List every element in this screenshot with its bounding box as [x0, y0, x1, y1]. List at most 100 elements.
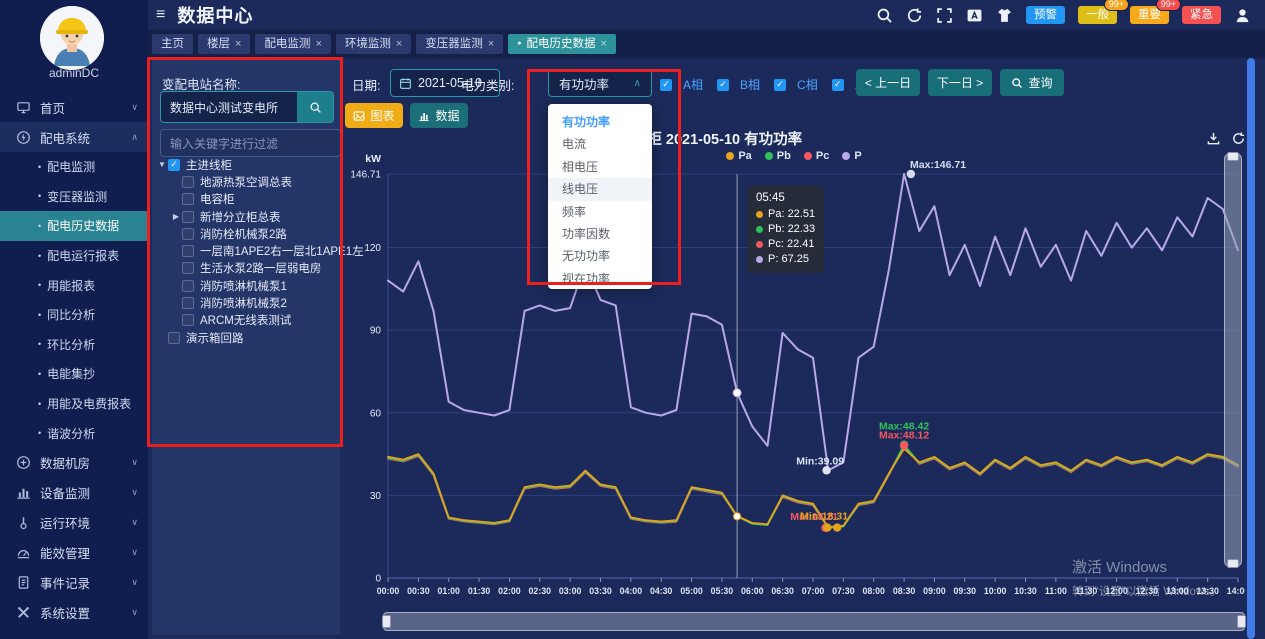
tab-close-icon[interactable]: × [315, 34, 321, 54]
caret-down-icon[interactable]: ▼ [156, 160, 168, 169]
tree-node[interactable]: 消防喷淋机械泵2 [156, 294, 338, 311]
sidebar-subitem[interactable]: •谐波分析 [0, 418, 148, 448]
sidebar-item[interactable]: 运行环境∨ [0, 508, 148, 538]
dropdown-option[interactable]: 视在功率 [548, 268, 652, 289]
data-view-button[interactable]: 数据 [410, 103, 468, 128]
horizontal-datazoom-slider[interactable] [383, 612, 1245, 631]
tree-checkbox[interactable] [182, 228, 194, 240]
vertical-datazoom-slider[interactable] [1224, 153, 1242, 567]
sidebar-subitem[interactable]: •用能报表 [0, 270, 148, 300]
tree-node[interactable]: 地源热泵空调总表 [156, 173, 338, 190]
datazoom-handle-top[interactable] [1227, 152, 1239, 161]
chart-view-button[interactable]: 图表 [345, 103, 403, 128]
tab-item[interactable]: ●配电历史数据× [508, 34, 616, 54]
alarm-button[interactable]: 预警 [1026, 6, 1065, 24]
tree-checkbox[interactable] [182, 314, 194, 326]
tab-item[interactable]: 楼层× [198, 34, 250, 54]
x-axis-tick-label: 10:30 [1014, 586, 1037, 596]
dropdown-option[interactable]: 线电压 [548, 178, 652, 200]
dropdown-option[interactable]: 相电压 [548, 156, 652, 178]
tab-close-icon[interactable]: × [600, 34, 606, 54]
sidebar-item-label: 能效管理 [40, 543, 90, 562]
datazoom-handle-right[interactable] [1237, 615, 1246, 628]
refresh-icon[interactable] [1231, 131, 1246, 146]
tree-node[interactable]: ▼✓主进线柜 [156, 156, 338, 173]
tree-node[interactable]: 消防栓机械泵2路 [156, 225, 338, 242]
sidebar-item[interactable]: 能效管理∨ [0, 538, 148, 568]
sidebar-subitem[interactable]: •用能及电费报表 [0, 389, 148, 419]
scrollbar-thumb[interactable] [1247, 58, 1255, 639]
tree-checkbox[interactable] [168, 332, 180, 344]
tab-item[interactable]: 变压器监测× [416, 34, 503, 54]
tree-checkbox[interactable] [182, 211, 194, 223]
user-icon[interactable] [1234, 7, 1251, 24]
sidebar-item[interactable]: 配电系统∧ [0, 122, 148, 152]
translate-icon[interactable] [966, 7, 983, 24]
dropdown-option[interactable]: 频率 [548, 201, 652, 223]
user-avatar[interactable] [40, 6, 104, 70]
tree-checkbox[interactable] [182, 262, 194, 274]
dropdown-option[interactable]: 无功功率 [548, 245, 652, 267]
sidebar-item[interactable]: 设备监测∨ [0, 478, 148, 508]
alarm-button[interactable]: 重要99+ [1130, 6, 1169, 24]
sidebar-subitem[interactable]: •配电历史数据 [0, 211, 148, 241]
tab-item[interactable]: 配电监测× [255, 34, 330, 54]
tree-checkbox[interactable] [182, 176, 194, 188]
tab-close-icon[interactable]: × [396, 34, 402, 54]
dropdown-option[interactable]: 有功功率 [548, 111, 652, 133]
sidebar-submenu: •配电监测•变压器监测•配电历史数据•配电运行报表•用能报表•同比分析•环比分析… [0, 152, 148, 448]
tree-node[interactable]: 一层南1APE2右一层北1APE1左 [156, 242, 338, 259]
tree-checkbox[interactable] [182, 297, 194, 309]
search-icon[interactable] [876, 7, 893, 24]
dropdown-option[interactable]: 功率因数 [548, 223, 652, 245]
station-search-button[interactable] [297, 92, 333, 122]
tree-checkbox[interactable]: ✓ [168, 159, 180, 171]
sidebar-item-label: 事件记录 [40, 573, 90, 592]
tab-item[interactable]: 主页 [152, 34, 193, 54]
bullet-icon: • [38, 310, 41, 320]
tree-node[interactable]: 电容柜 [156, 191, 338, 208]
tree-node[interactable]: 演示箱回路 [156, 329, 338, 346]
sidebar-subitem[interactable]: •配电运行报表 [0, 241, 148, 271]
alarm-button[interactable]: 紧急 [1182, 6, 1221, 24]
fullscreen-icon[interactable] [936, 7, 953, 24]
tree-filter-input[interactable]: 输入关键字进行过滤 [160, 129, 341, 157]
tab-close-icon[interactable]: × [488, 34, 494, 54]
sidebar-item[interactable]: 数据机房∨ [0, 448, 148, 478]
station-search-input[interactable]: 数据中心测试变电所 [160, 91, 334, 123]
phase-checkbox[interactable]: ✓C相 [774, 76, 818, 93]
power-type-select[interactable]: 有功功率 ∧ [548, 69, 652, 97]
hamburger-menu-icon[interactable]: ≡ [156, 6, 165, 24]
sidebar-item[interactable]: 系统设置∨ [0, 598, 148, 628]
sidebar-item[interactable]: 事件记录∨ [0, 568, 148, 598]
tree-node[interactable]: 消防喷淋机械泵1 [156, 277, 338, 294]
tab-close-icon[interactable]: × [235, 34, 241, 54]
previous-day-button[interactable]: < 上一日 [856, 69, 920, 96]
x-axis-tick-label: 11:00 [1045, 586, 1067, 596]
refresh-icon[interactable] [906, 7, 923, 24]
sidebar-subitem[interactable]: •电能集抄 [0, 359, 148, 389]
download-icon[interactable] [1206, 131, 1221, 146]
tree-checkbox[interactable] [182, 245, 194, 257]
sidebar-subitem[interactable]: •配电监测 [0, 152, 148, 182]
next-day-button[interactable]: 下一日 > [928, 69, 992, 96]
phase-checkbox[interactable]: ✓B相 [717, 76, 760, 93]
sidebar-subitem[interactable]: •变压器监测 [0, 182, 148, 212]
sidebar-item[interactable]: 首页∨ [0, 92, 148, 122]
theme-icon[interactable] [996, 7, 1013, 24]
tree-checkbox[interactable] [182, 193, 194, 205]
tree-checkbox[interactable] [182, 280, 194, 292]
query-button[interactable]: 查询 [1000, 69, 1064, 96]
tree-node[interactable]: ▶新增分立柜总表 [156, 208, 338, 225]
alarm-button[interactable]: 一般99+ [1078, 6, 1117, 24]
datazoom-handle-left[interactable] [382, 615, 391, 628]
sidebar-subitem[interactable]: •同比分析 [0, 300, 148, 330]
dropdown-option[interactable]: 电流 [548, 133, 652, 155]
caret-right-icon[interactable]: ▶ [170, 212, 182, 221]
datazoom-handle-bottom[interactable] [1227, 559, 1239, 568]
tree-node[interactable]: ARCM无线表测试 [156, 312, 338, 329]
tree-node[interactable]: 生活水泵2路一层弱电房 [156, 260, 338, 277]
sidebar-subitem[interactable]: •环比分析 [0, 330, 148, 360]
tab-item[interactable]: 环境监测× [336, 34, 411, 54]
phase-checkbox[interactable]: ✓A相 [660, 76, 703, 93]
